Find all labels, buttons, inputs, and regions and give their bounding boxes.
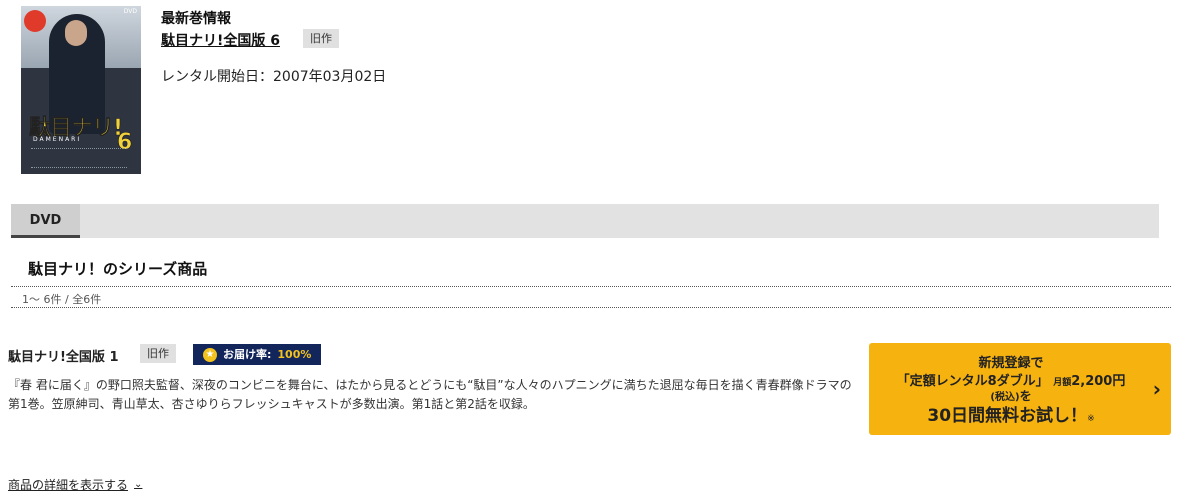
series-heading: 駄目ナリ！のシリーズ商品 [28, 260, 208, 278]
chevron-right-icon: › [1152, 377, 1161, 401]
cover-subtitle: DAMENARI [33, 136, 82, 143]
cta-free-trial: 30日間無料お試し！ [927, 406, 1088, 426]
tab-dvd[interactable]: DVD [11, 204, 80, 238]
show-details-label: 商品の詳細を表示する [8, 478, 129, 492]
item-title-link[interactable]: 駄目ナリ!全国版 1 [8, 346, 119, 365]
result-count: 1～ 6件 / 全6件 [22, 293, 102, 306]
delivery-rate: 100% [277, 348, 312, 361]
rental-start-date: レンタル開始日：2007年03月02日 [161, 69, 387, 85]
latest-title-link[interactable]: 駄目ナリ!全国版 6 [161, 30, 280, 50]
cover-dvd-mark: DVD [123, 8, 137, 15]
divider [11, 286, 1171, 287]
old-release-badge: 旧作 [140, 344, 176, 363]
delivery-rate-badge: ★ お届け率: 100% [193, 344, 322, 365]
cta-line4: 30日間無料お試し！※ [869, 401, 1153, 426]
latest-section-label: 最新巻情報 [161, 11, 231, 27]
cover-face [65, 20, 87, 46]
chevron-down-icon: ⌄ [134, 479, 143, 490]
free-trial-button[interactable]: 新規登録で 「定額レンタル8ダブル」 月額2,200円 (税込)を 30日間無料… [869, 343, 1171, 435]
cover-image[interactable]: DVD 駄目ナリ! DAMENARI 6 [21, 6, 141, 174]
show-details-link[interactable]: 商品の詳細を表示する ⌄ [8, 476, 142, 493]
cta-note-mark: ※ [1087, 414, 1095, 424]
divider [11, 307, 1171, 308]
cta-line1: 新規登録で [978, 356, 1044, 371]
star-icon: ★ [203, 347, 217, 362]
cover-credits [31, 148, 127, 168]
cover-badge [24, 10, 46, 32]
delivery-label: お届け率: [223, 348, 272, 361]
old-release-badge: 旧作 [303, 29, 339, 48]
item-description: 『春 君に届く』の野口照夫監督、深夜のコンビニを舞台に、はたから見るとどうにも“… [8, 378, 852, 411]
format-tab-bar [11, 204, 1159, 238]
